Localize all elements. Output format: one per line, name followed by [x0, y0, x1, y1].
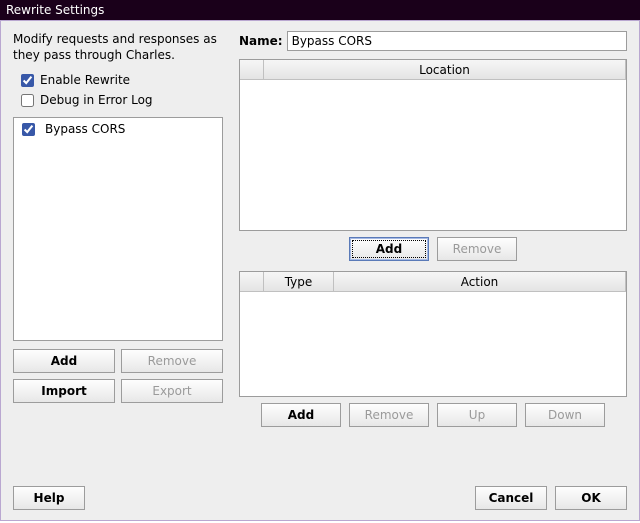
location-table-body[interactable] [240, 80, 626, 230]
rules-down-button[interactable]: Down [525, 403, 605, 427]
set-label: Bypass CORS [45, 122, 125, 136]
sets-export-button[interactable]: Export [121, 379, 223, 403]
enable-rewrite-label: Enable Rewrite [40, 73, 130, 87]
list-item[interactable]: Bypass CORS [14, 118, 222, 140]
right-panel: Name: Location Add Remove Type [239, 31, 627, 427]
debug-error-log-option[interactable]: Debug in Error Log [21, 93, 223, 107]
debug-error-log-checkbox[interactable] [21, 94, 34, 107]
rules-row-header [240, 272, 264, 292]
sets-import-button[interactable]: Import [13, 379, 115, 403]
description-text: Modify requests and responses as they pa… [13, 31, 223, 63]
sets-remove-button[interactable]: Remove [121, 349, 223, 373]
rules-type-header: Type [264, 272, 334, 292]
window-titlebar: Rewrite Settings [0, 0, 640, 20]
help-button[interactable]: Help [13, 486, 85, 510]
location-column-header: Location [264, 60, 626, 80]
enable-rewrite-option[interactable]: Enable Rewrite [21, 73, 223, 87]
rules-remove-button[interactable]: Remove [349, 403, 429, 427]
dialog-button-bar: Help Cancel OK [13, 486, 627, 510]
name-label: Name: [239, 34, 283, 48]
location-add-button[interactable]: Add [349, 237, 429, 261]
rules-action-header: Action [334, 272, 626, 292]
cancel-button[interactable]: Cancel [475, 486, 547, 510]
ok-button[interactable]: OK [555, 486, 627, 510]
location-remove-button[interactable]: Remove [437, 237, 517, 261]
location-table[interactable]: Location [239, 59, 627, 231]
enable-rewrite-checkbox[interactable] [21, 74, 34, 87]
name-input[interactable] [287, 31, 627, 51]
sets-add-button[interactable]: Add [13, 349, 115, 373]
rules-table[interactable]: Type Action [239, 271, 627, 397]
location-row-header [240, 60, 264, 80]
rules-add-button[interactable]: Add [261, 403, 341, 427]
window-title: Rewrite Settings [6, 3, 104, 17]
debug-error-log-label: Debug in Error Log [40, 93, 153, 107]
rewrite-sets-list[interactable]: Bypass CORS [13, 117, 223, 341]
window-body: Modify requests and responses as they pa… [0, 20, 640, 521]
left-panel: Modify requests and responses as they pa… [13, 31, 223, 427]
rules-table-body[interactable] [240, 292, 626, 396]
set-checkbox[interactable] [22, 123, 35, 136]
rules-up-button[interactable]: Up [437, 403, 517, 427]
